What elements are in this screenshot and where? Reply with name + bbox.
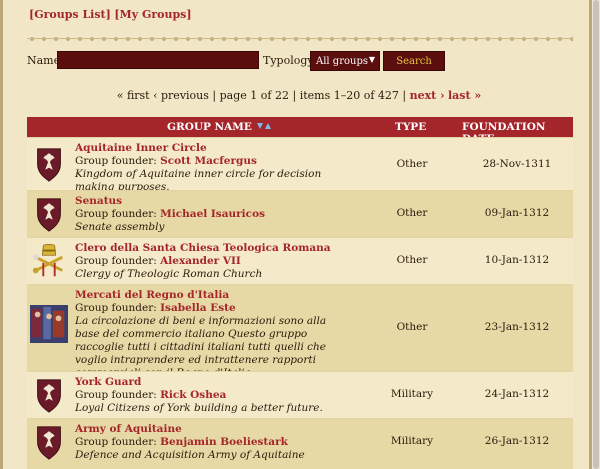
name-label: Name — [27, 54, 61, 67]
group-description: Loyal Citizens of York building a better… — [75, 402, 323, 414]
foundation-date: 09-Jan-1312 — [484, 207, 550, 219]
page-info: page 1 of 22 — [219, 89, 289, 102]
foundation-date: 28-Nov-1311 — [482, 158, 552, 170]
group-name-link[interactable]: Aquitaine Inner Circle — [75, 142, 345, 155]
pager-last[interactable]: last » — [448, 89, 481, 102]
search-button[interactable]: Search — [383, 51, 445, 71]
group-type: Other — [396, 158, 428, 170]
page-frame: [Groups List] [My Groups] Name Typology … — [0, 0, 592, 469]
group-type: Military — [390, 388, 434, 400]
founder-link[interactable]: Benjamin Boeliestark — [160, 436, 288, 448]
typology-value: All groups — [316, 56, 368, 67]
group-description: Defence and Acquisition Army of Aquitain… — [75, 449, 305, 461]
pagination: « first ‹ previous | page 1 of 22 | item… — [3, 89, 595, 102]
groups-table: GROUP NAME TYPE FOUNDATION DATE Aquitain… — [27, 117, 573, 469]
founder-label: Group founder: — [75, 255, 157, 267]
table-row: Senatus Group founder: Michael Isauricos… — [27, 190, 573, 237]
group-name-link[interactable]: Mercati del Regno d'Italia — [75, 289, 350, 302]
ornamental-divider — [27, 34, 573, 44]
founder-link[interactable]: Isabella Este — [160, 302, 236, 314]
col-group-name-label: GROUP NAME — [167, 121, 252, 133]
pager-previous[interactable]: ‹ previous — [153, 89, 209, 102]
founder-link[interactable]: Rick Oshea — [160, 389, 226, 401]
scrollbar-thumb[interactable] — [593, 0, 599, 469]
typology-select[interactable]: All groups ▼ — [310, 51, 380, 71]
group-info: York Guard Group founder: Rick Oshea Loy… — [75, 376, 345, 415]
table-row: Mercati del Regno d'Italia Group founder… — [27, 284, 573, 379]
market-painting-icon — [30, 305, 68, 343]
group-type: Other — [396, 254, 428, 266]
group-info: Senatus Group founder: Michael Isauricos… — [75, 195, 345, 234]
caret-down-icon: ▼ — [368, 55, 375, 64]
founder-label: Group founder: — [75, 302, 157, 314]
group-type: Other — [396, 207, 428, 219]
group-info: Army of Aquitaine Group founder: Benjami… — [75, 423, 345, 462]
founder-label: Group founder: — [75, 389, 157, 401]
foundation-date: 23-Jan-1312 — [484, 321, 550, 333]
phoenix-shield-icon — [37, 198, 61, 232]
table-row: Army of Aquitaine Group founder: Benjami… — [27, 418, 573, 469]
group-type: Other — [396, 321, 428, 333]
group-info: Aquitaine Inner Circle Group founder: Sc… — [75, 142, 345, 194]
table-row: Aquitaine Inner Circle Group founder: Sc… — [27, 137, 573, 193]
table-row: Clero della Santa Chiesa Teologica Roman… — [27, 237, 573, 284]
phoenix-shield-icon — [37, 148, 61, 182]
items-info: items 1–20 of 427 — [299, 89, 399, 102]
group-description: Clergy of Theologic Roman Church — [75, 268, 263, 280]
papal-keys-icon — [32, 243, 63, 277]
vertical-scrollbar[interactable] — [592, 0, 600, 469]
group-name-link[interactable]: Army of Aquitaine — [75, 423, 345, 436]
col-type[interactable]: TYPE — [395, 121, 426, 133]
founder-link[interactable]: Scott Macfergus — [160, 155, 257, 167]
group-type: Military — [390, 435, 434, 447]
group-name-link[interactable]: York Guard — [75, 376, 345, 389]
name-input[interactable] — [57, 51, 259, 69]
founder-label: Group founder: — [75, 436, 157, 448]
col-group-name[interactable]: GROUP NAME — [167, 121, 272, 133]
search-form: Name Typology All groups ▼ Search — [27, 51, 587, 71]
foundation-date: 10-Jan-1312 — [484, 254, 550, 266]
founder-label: Group founder: — [75, 208, 157, 220]
foundation-date: 26-Jan-1312 — [484, 435, 550, 447]
foundation-date: 24-Jan-1312 — [484, 388, 550, 400]
groups-list-link[interactable]: [Groups List] — [29, 8, 111, 21]
sort-arrows-icon[interactable] — [256, 121, 272, 131]
pager-first[interactable]: « first — [117, 89, 150, 102]
founder-link[interactable]: Michael Isauricos — [160, 208, 265, 220]
pager-next[interactable]: next › — [410, 89, 445, 102]
pager-separator: | — [292, 89, 297, 102]
table-row: York Guard Group founder: Rick Oshea Loy… — [27, 371, 573, 418]
group-info: Mercati del Regno d'Italia Group founder… — [75, 289, 350, 380]
group-name-link[interactable]: Senatus — [75, 195, 345, 208]
group-description: Senate assembly — [75, 221, 165, 233]
typology-label: Typology — [263, 54, 314, 67]
group-info: Clero della Santa Chiesa Teologica Roman… — [75, 242, 365, 281]
group-nav: [Groups List] [My Groups] — [29, 8, 192, 21]
my-groups-link[interactable]: [My Groups] — [114, 8, 191, 21]
phoenix-shield-icon — [37, 379, 61, 413]
pager-separator: | — [212, 89, 217, 102]
table-header: GROUP NAME TYPE FOUNDATION DATE — [27, 117, 573, 145]
founder-link[interactable]: Alexander VII — [160, 255, 241, 267]
pager-separator: | — [402, 89, 407, 102]
group-name-link[interactable]: Clero della Santa Chiesa Teologica Roman… — [75, 242, 365, 255]
phoenix-shield-icon — [37, 426, 61, 460]
founder-label: Group founder: — [75, 155, 157, 167]
